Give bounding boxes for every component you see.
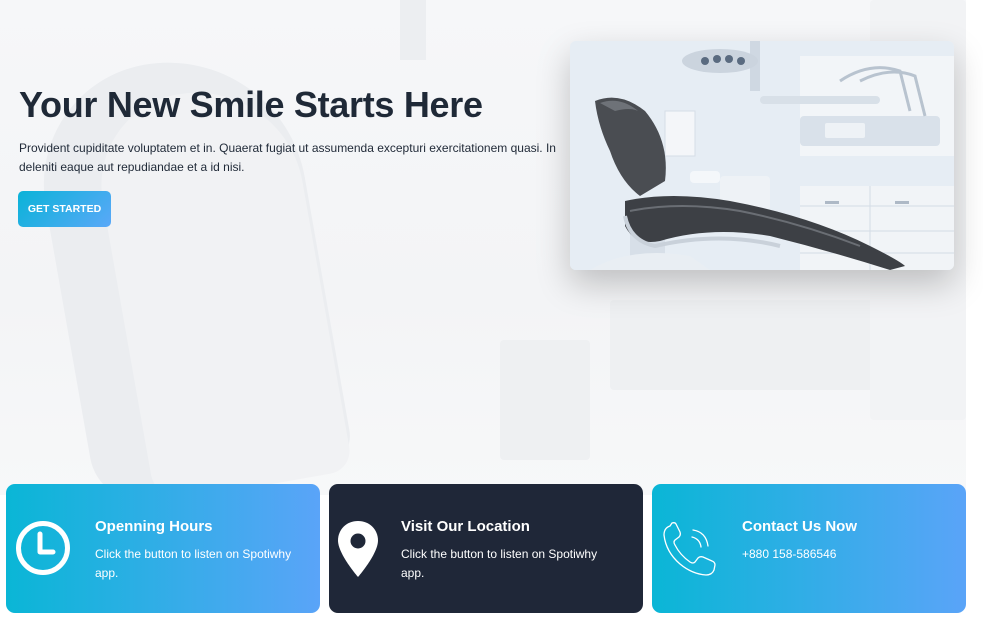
info-cards: Openning Hours Click the button to liste…: [6, 484, 966, 613]
contact-phone-number[interactable]: +880 158-586546: [742, 545, 957, 564]
visit-location-card: Visit Our Location Click the button to l…: [329, 484, 643, 613]
background-cabinet: [610, 300, 910, 390]
contact-us-card: Contact Us Now +880 158-586546: [652, 484, 966, 613]
visit-location-text: Click the button to listen on Spotiwhy a…: [401, 547, 598, 580]
phone-icon: [660, 520, 718, 578]
background-stand: [500, 340, 590, 460]
visit-location-title: Visit Our Location: [401, 518, 530, 535]
map-pin-icon: [337, 520, 379, 578]
hero-title: Your New Smile Starts Here: [19, 84, 483, 125]
opening-hours-title: Openning Hours: [95, 518, 213, 535]
hero-image-dental-chair: [570, 41, 954, 270]
clock-icon: [15, 520, 71, 576]
opening-hours-card: Openning Hours Click the button to liste…: [6, 484, 320, 613]
get-started-button[interactable]: GET STARTED: [18, 191, 111, 227]
opening-hours-text: Click the button to listen on Spotiwhy a…: [95, 547, 292, 580]
background-lamp-arm: [400, 0, 426, 60]
hero-description: Provident cupiditate voluptatem et in. Q…: [19, 141, 556, 174]
dental-clinic-illustration: [570, 41, 954, 270]
contact-us-title: Contact Us Now: [742, 518, 858, 535]
